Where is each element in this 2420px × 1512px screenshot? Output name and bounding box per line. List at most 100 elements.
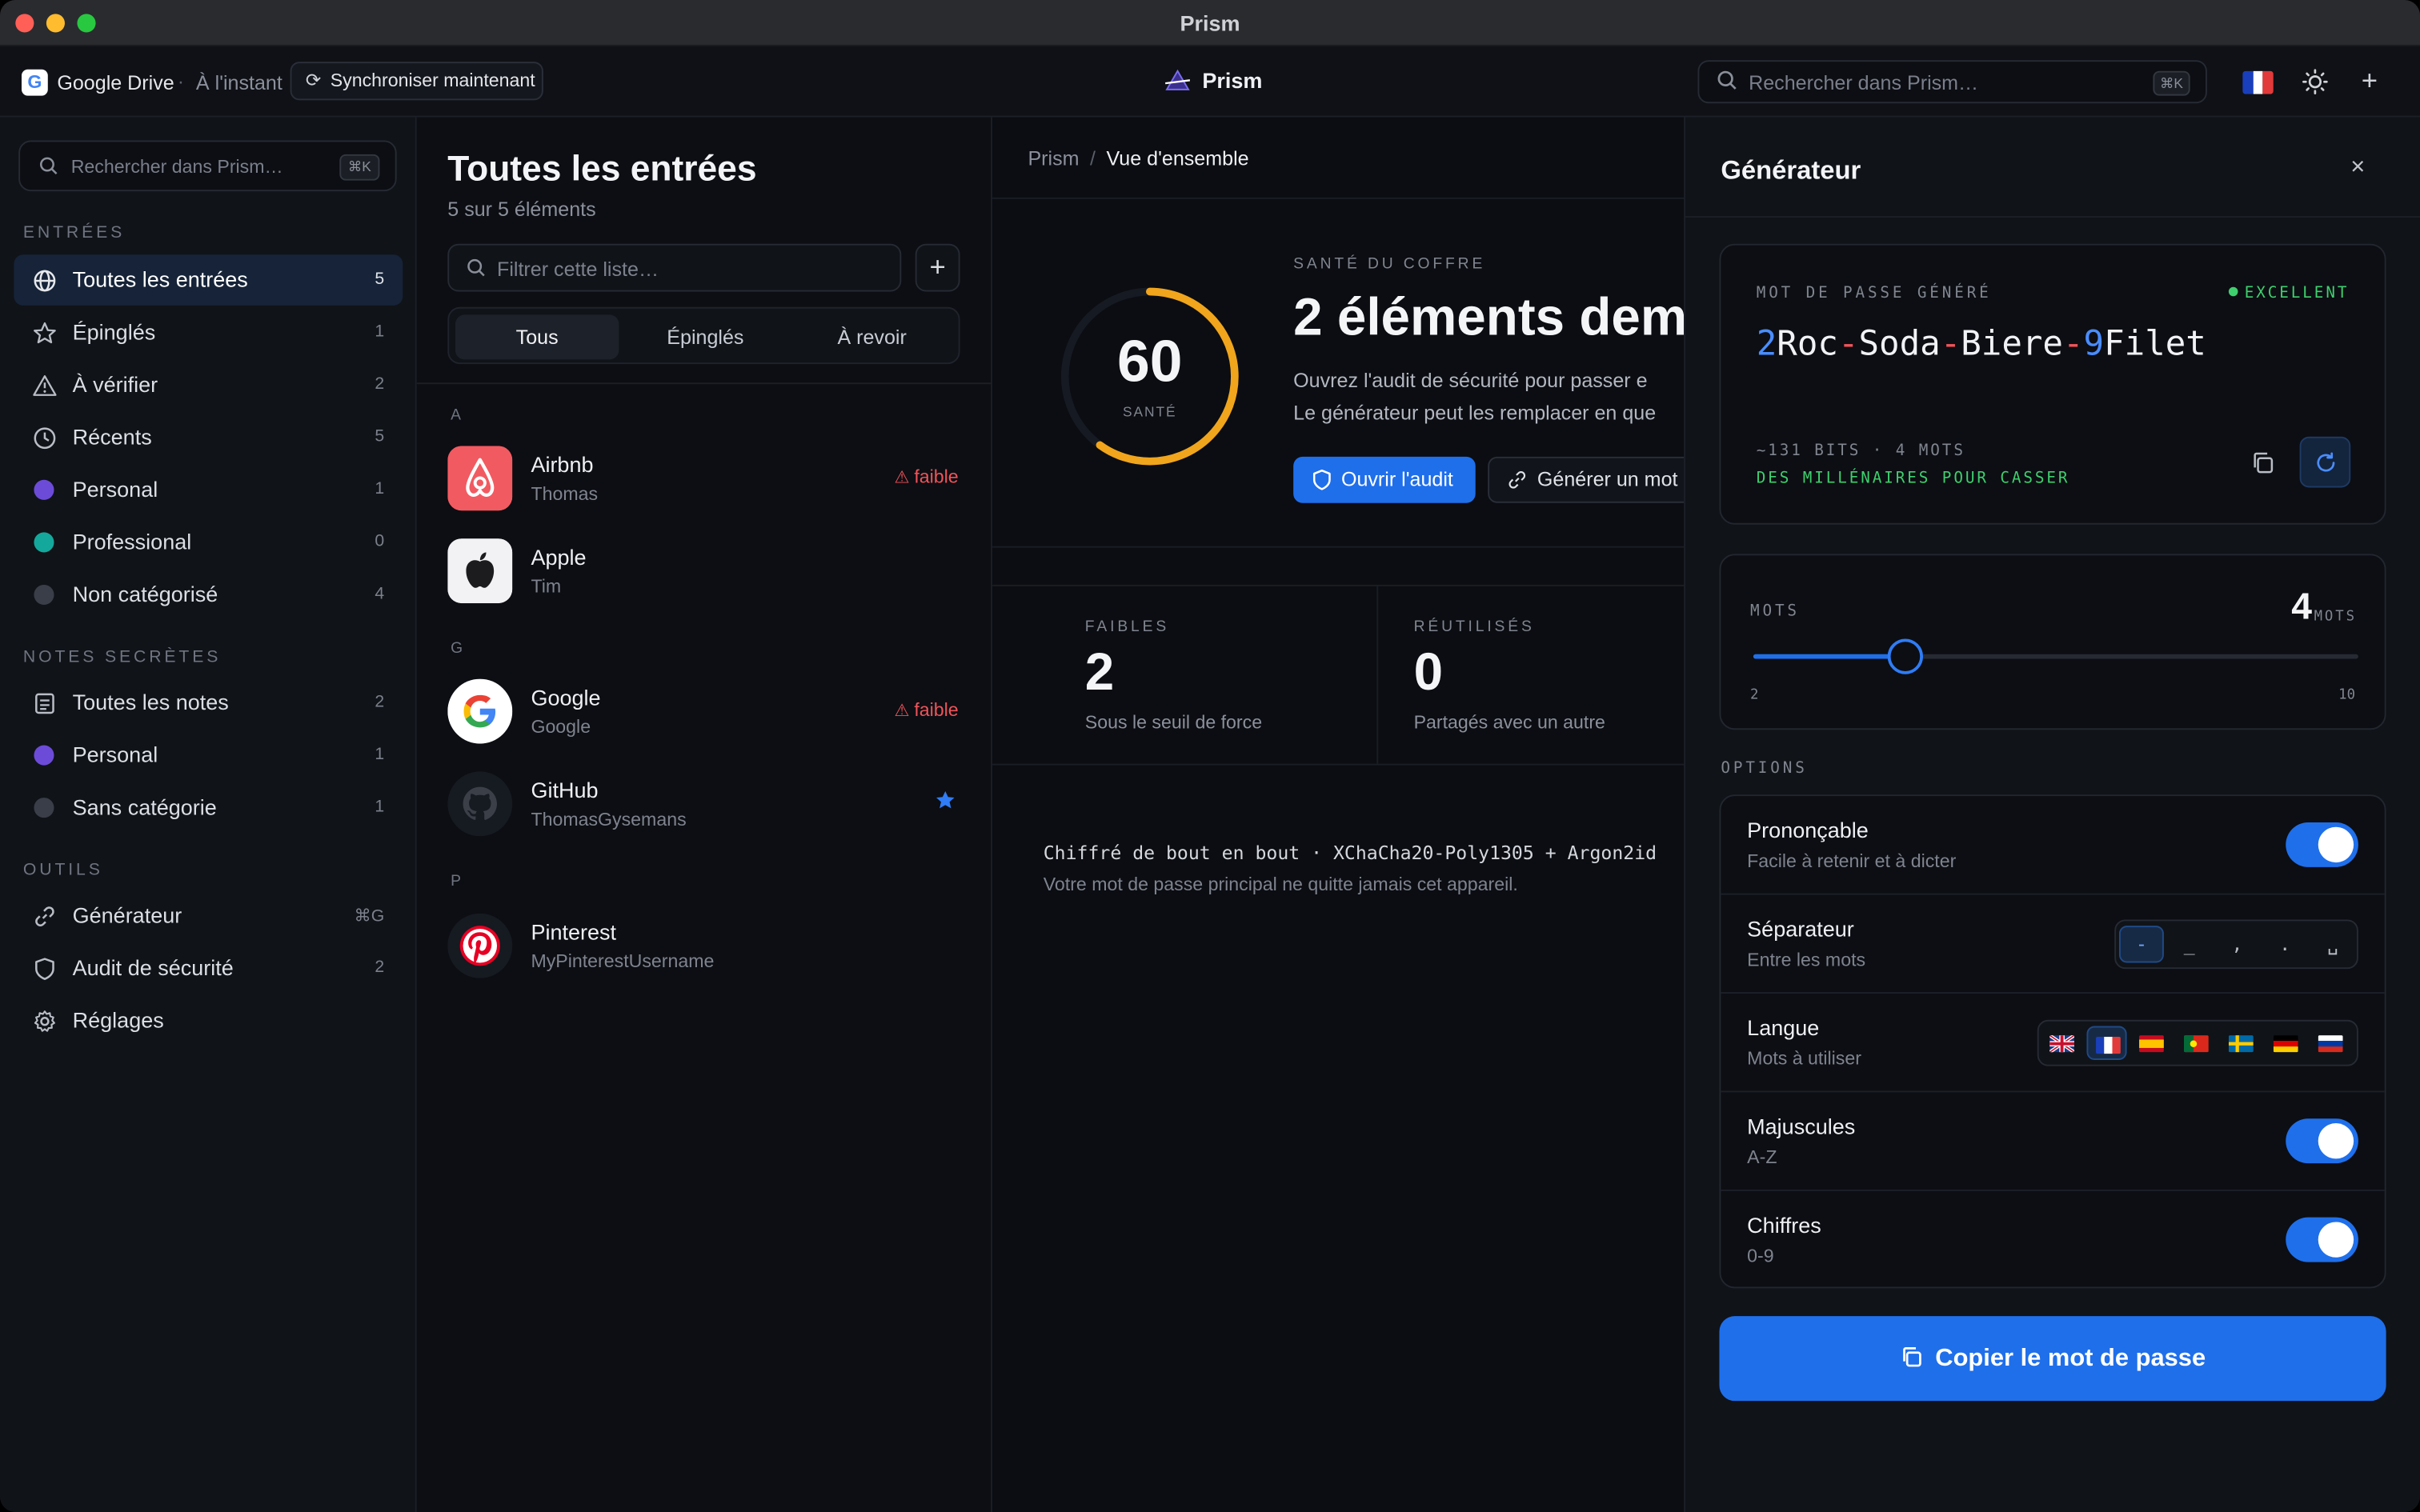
word-count-slider-fill	[1753, 654, 1905, 659]
option-description: 0-9	[1747, 1245, 1774, 1267]
sidebar-item-to-verify[interactable]: À vérifier 2	[14, 359, 403, 410]
option-title: Majuscules	[1747, 1114, 1856, 1139]
tab-to-review[interactable]: À revoir	[790, 314, 953, 359]
language-ru-button[interactable]	[2310, 1026, 2350, 1060]
separator-underscore-button[interactable]: _	[2167, 926, 2212, 962]
option-title: Séparateur	[1747, 916, 1854, 942]
password-crack-time: DES MILLÉNAIRES POUR CASSER	[1756, 470, 2070, 488]
sidebar-item-security-audit[interactable]: Audit de sécurité 2	[14, 942, 403, 994]
copy-password-button[interactable]: Copier le mot de passe	[1719, 1316, 2386, 1402]
vault-desc-line-2: Le générateur peut les remplacer en que	[1293, 401, 1657, 425]
language-de-button[interactable]	[2266, 1026, 2306, 1060]
sidebar-item-recent[interactable]: Récents 5	[14, 412, 403, 463]
stat-weak-label: FAIBLES	[1084, 618, 1170, 636]
uppercase-toggle[interactable]	[2286, 1118, 2358, 1164]
sidebar-item-personal[interactable]: Personal 1	[14, 465, 403, 516]
clock-icon	[34, 427, 56, 450]
word-count-max: 10	[2338, 688, 2356, 704]
sidebar-item-professional[interactable]: Professional 0	[14, 517, 403, 568]
open-audit-button[interactable]: Ouvrir l'audit	[1293, 456, 1476, 503]
vault-health-label: SANTÉ DU COFFRE	[1293, 256, 1486, 274]
sidebar: Rechercher dans Prism… ⌘K ENTRÉES Toutes…	[0, 117, 417, 1512]
password-digit: 2	[1756, 325, 1777, 365]
overview-panel: Prism / Vue d'ensemble 60 SANTÉ SANTÉ DU C…	[992, 117, 1685, 1512]
sidebar-item-label: Générateur	[72, 902, 182, 928]
sidebar-item-label: Toutes les entrées	[72, 266, 248, 292]
list-item-google[interactable]: Google Google ⚠ faible	[447, 678, 964, 747]
sidebar-item-label: Non catégorisé	[72, 582, 218, 606]
close-generator-button[interactable]: ×	[2350, 154, 2365, 182]
entry-name: Google	[531, 685, 601, 710]
separator-dash-button[interactable]: -	[2118, 926, 2164, 963]
password-word: Filet	[2104, 325, 2206, 365]
password-word: Soda	[1858, 325, 1941, 365]
entry-username: Tim	[531, 575, 562, 598]
password-separator: -	[1940, 325, 1961, 365]
divider	[992, 546, 1685, 548]
sidebar-item-all-notes[interactable]: Toutes les notes 2	[14, 678, 403, 729]
sidebar-item-pinned[interactable]: Épinglés 1	[14, 307, 403, 358]
list-item-airbnb[interactable]: Airbnb Thomas ⚠ faible	[447, 446, 964, 514]
password-entropy: ~131 BITS · 4 MOTS	[1756, 442, 1965, 460]
regenerate-password-button[interactable]	[2299, 436, 2351, 488]
separator-dot-button[interactable]: .	[2262, 926, 2307, 962]
sidebar-item-uncategorized[interactable]: Non catégorisé 4	[14, 570, 403, 621]
language-es-button[interactable]	[2131, 1026, 2171, 1060]
generator-title: Générateur	[1721, 155, 1861, 186]
global-search-input[interactable]: Rechercher dans Prism… ⌘K	[1697, 60, 2207, 104]
sidebar-item-generator[interactable]: Générateur ⌘G	[14, 890, 403, 942]
last-sync-time: À l'instant	[195, 70, 282, 94]
list-item-github[interactable]: GitHub ThomasGysemans	[447, 771, 964, 839]
sidebar-item-notes-personal[interactable]: Personal 1	[14, 730, 403, 781]
separator-comma-button[interactable]: ,	[2215, 926, 2260, 962]
apple-logo-icon	[447, 538, 513, 604]
list-item-apple[interactable]: Apple Tim	[447, 538, 964, 606]
theme-toggle-sun-icon[interactable]	[2302, 68, 2330, 96]
brand-name: Prism	[1202, 67, 1263, 93]
language-fr-button[interactable]	[2086, 1026, 2127, 1060]
option-separator: Séparateur Entre les mots - _ , . ␣	[1721, 895, 2385, 994]
sidebar-item-settings[interactable]: Réglages	[14, 995, 403, 1046]
add-entry-button[interactable]: +	[915, 243, 960, 292]
password-strength-text: EXCELLENT	[2244, 285, 2350, 303]
sidebar-item-all-entries[interactable]: Toutes les entrées 5	[14, 254, 403, 306]
list-filter-input[interactable]: Filtrer cette liste…	[447, 243, 902, 292]
generated-password[interactable]: 2Roc-Soda-Biere-9Filet	[1757, 326, 2206, 364]
encryption-note: Votre mot de passe principal ne quitte j…	[1043, 873, 1518, 895]
options-label: OPTIONS	[1721, 760, 1808, 778]
entry-name: Apple	[531, 544, 587, 570]
divider	[1685, 216, 2420, 218]
warning-icon: ⚠	[894, 702, 910, 721]
sidebar-item-label: Récents	[72, 424, 152, 450]
copy-password-icon[interactable]	[2250, 450, 2275, 475]
option-description: Facile à retenir et à dicter	[1747, 850, 1957, 872]
refresh-icon	[2317, 452, 2335, 472]
sidebar-item-count: 2	[375, 692, 385, 712]
generate-password-button[interactable]: Générer un mot d	[1488, 456, 1685, 503]
sidebar-item-count: 1	[375, 745, 385, 764]
tab-pinned[interactable]: Épinglés	[623, 314, 787, 359]
language-flag-fr-icon[interactable]	[2242, 70, 2274, 94]
group-header-g: G	[451, 640, 463, 658]
sync-now-button[interactable]: ⟳ Synchroniser maintenant	[290, 62, 543, 101]
sidebar-item-label: Audit de sécurité	[72, 954, 234, 980]
list-item-pinterest[interactable]: Pinterest MyPinterestUsername	[447, 913, 964, 982]
option-title: Chiffres	[1747, 1212, 1821, 1238]
new-item-plus-icon[interactable]: +	[2362, 65, 2378, 98]
language-sv-button[interactable]	[2221, 1026, 2261, 1060]
sidebar-search-input[interactable]: Rechercher dans Prism… ⌘K	[18, 140, 397, 192]
tab-all[interactable]: Tous	[455, 314, 619, 360]
shield-icon	[1312, 469, 1331, 490]
option-uppercase: Majuscules A-Z	[1721, 1092, 2385, 1191]
word-count-slider-track[interactable]	[1753, 654, 2358, 659]
pronounceable-toggle[interactable]	[2286, 822, 2358, 867]
sidebar-item-notes-uncategorized[interactable]: Sans catégorie 1	[14, 782, 403, 834]
digits-toggle[interactable]	[2286, 1217, 2358, 1262]
word-count-slider-thumb[interactable]	[1887, 638, 1924, 674]
language-pt-button[interactable]	[2176, 1026, 2216, 1060]
sidebar-item-count: 1	[375, 479, 385, 498]
breadcrumb-root[interactable]: Prism	[1028, 146, 1079, 170]
language-en-button[interactable]	[2042, 1026, 2082, 1060]
separator-space-button[interactable]: ␣	[2310, 926, 2355, 962]
vault-desc-line-1: Ouvrez l'audit de sécurité pour passer e	[1293, 368, 1648, 392]
